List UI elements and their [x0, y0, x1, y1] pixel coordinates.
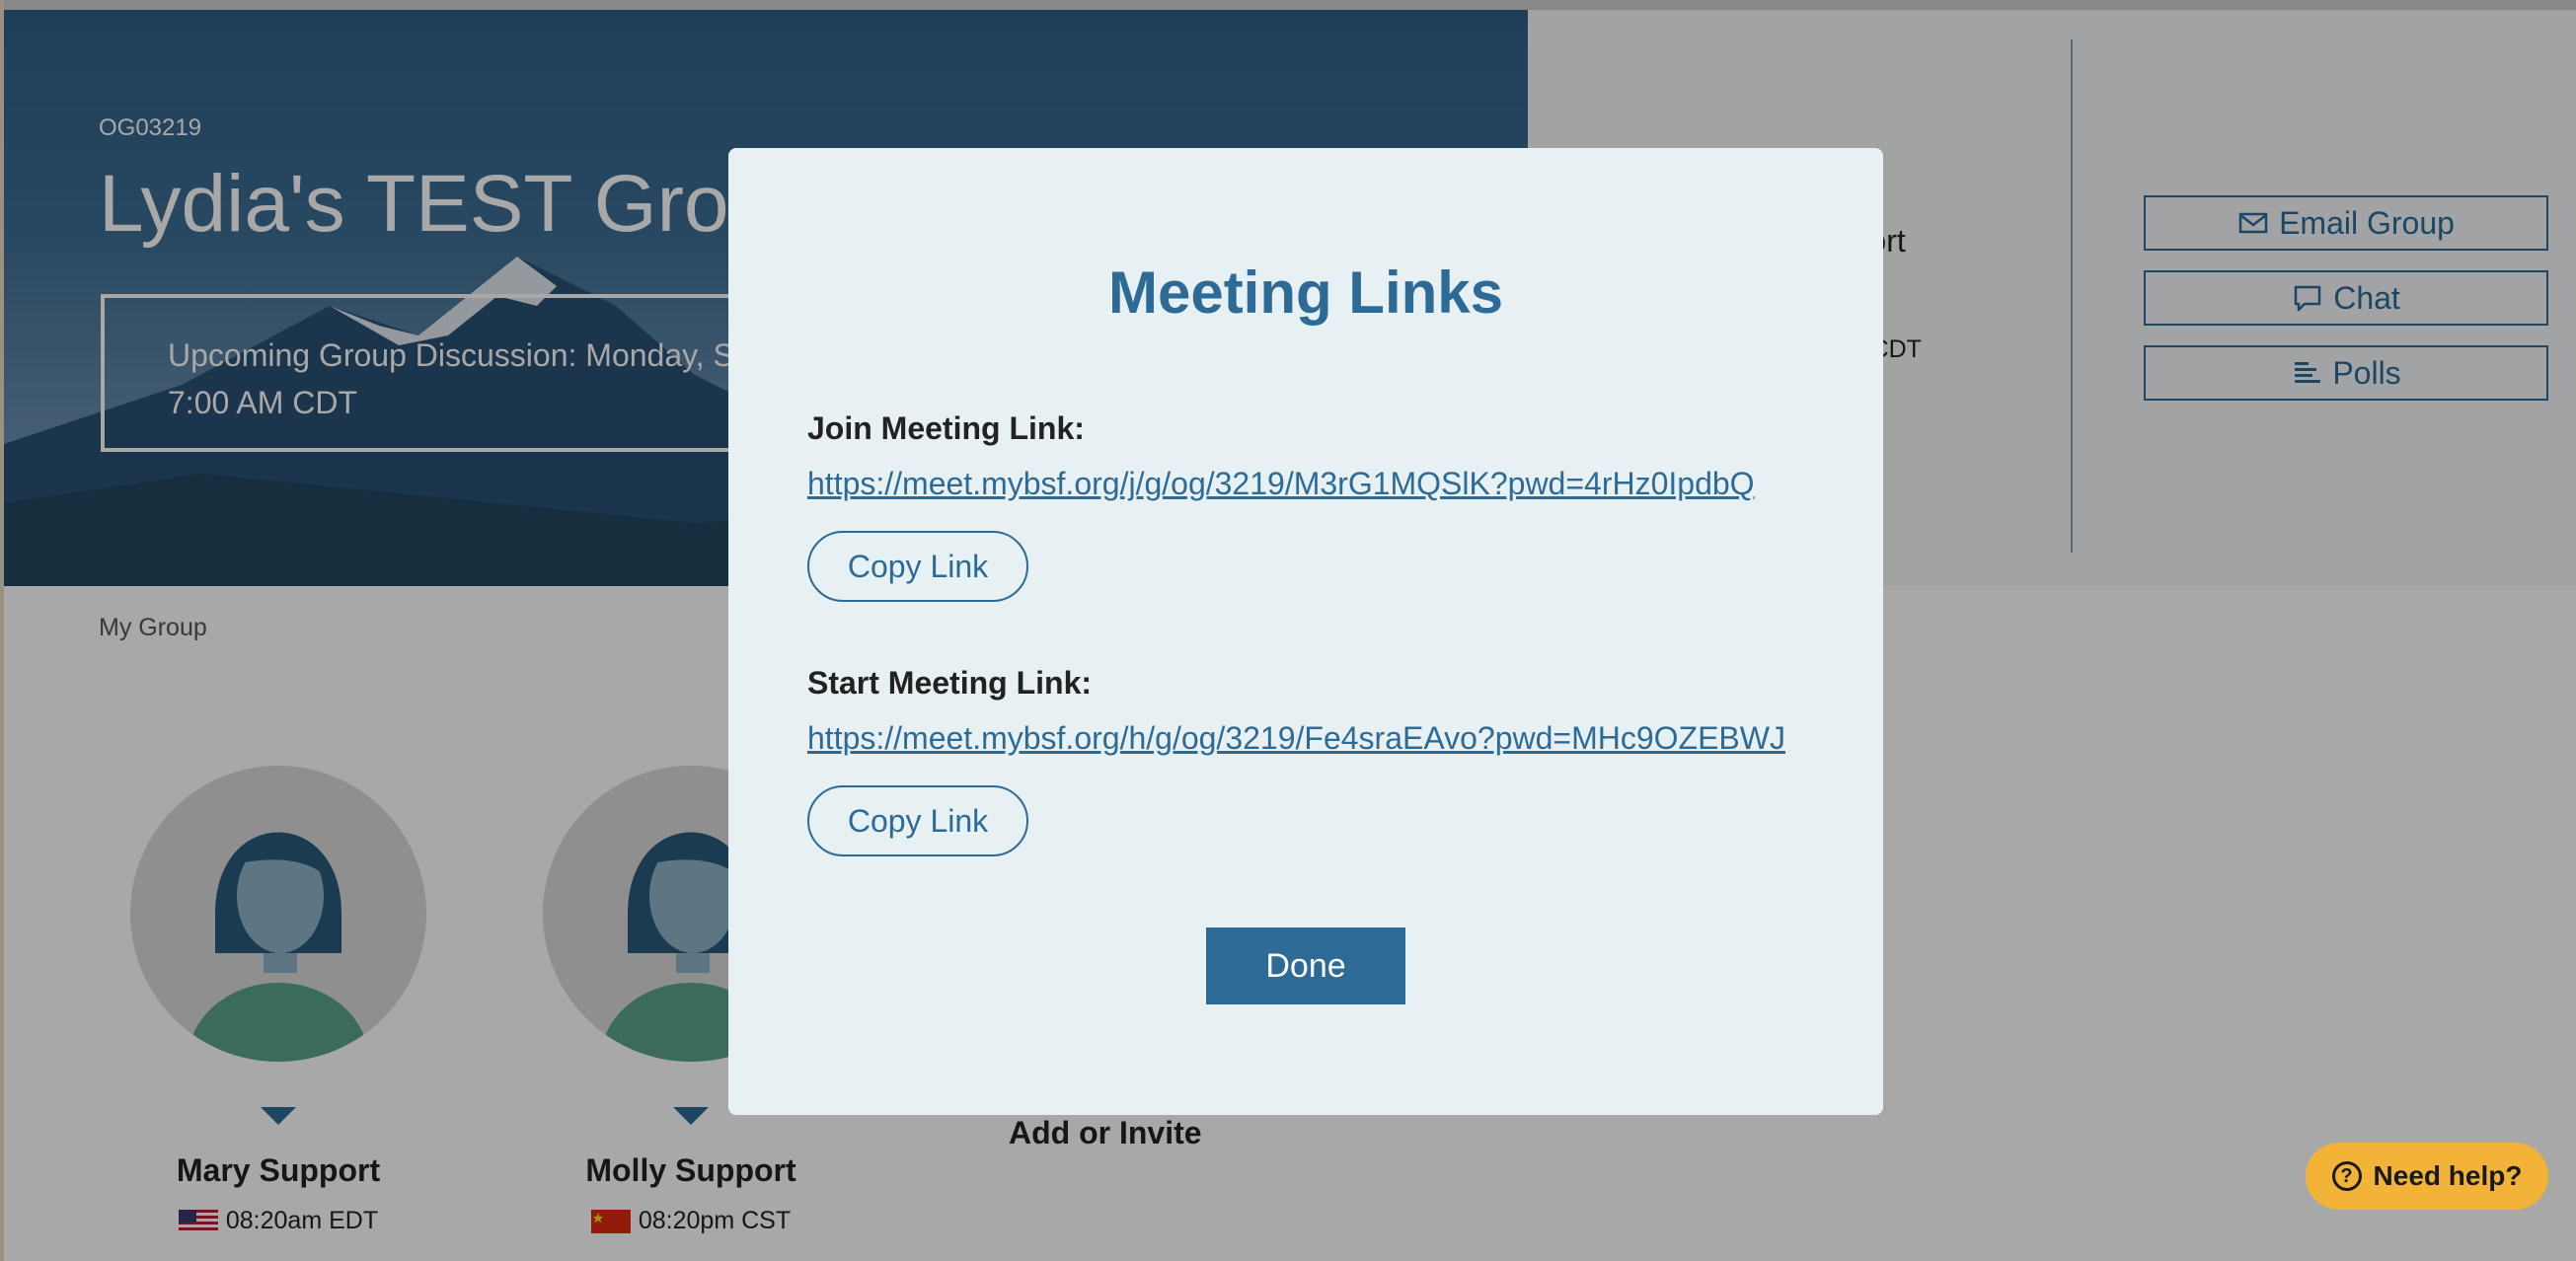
- join-meeting-link[interactable]: https://meet.mybsf.org/j/g/og/3219/M3rG1…: [807, 466, 1755, 502]
- copy-start-link-button[interactable]: Copy Link: [807, 785, 1028, 856]
- copy-join-link-button[interactable]: Copy Link: [807, 531, 1028, 602]
- done-button[interactable]: Done: [1206, 927, 1405, 1004]
- need-help-label: Need help?: [2373, 1160, 2523, 1191]
- meeting-links-dialog: Meeting Links Join Meeting Link: https:/…: [728, 148, 1883, 1115]
- join-meeting-label: Join Meeting Link:: [807, 410, 1085, 446]
- start-meeting-label: Start Meeting Link:: [807, 665, 1093, 701]
- need-help-button[interactable]: ? Need help?: [2306, 1143, 2548, 1210]
- question-icon: ?: [2331, 1161, 2362, 1191]
- dialog-title: Meeting Links: [1107, 260, 1504, 326]
- start-meeting-link[interactable]: https://meet.mybsf.org/h/g/og/3219/Fe4sr…: [807, 720, 1785, 757]
